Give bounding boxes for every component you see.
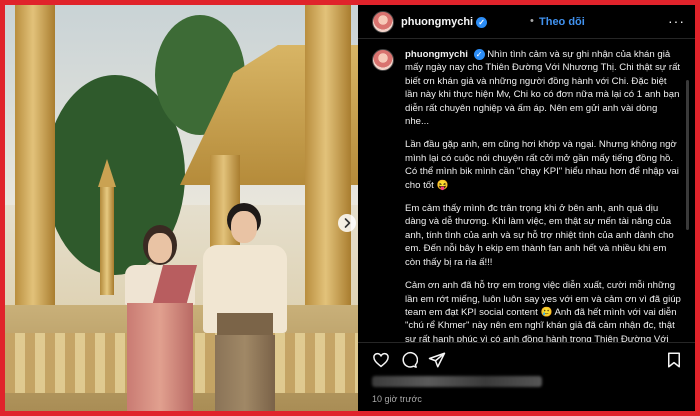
verified-badge-icon: ✓	[473, 48, 485, 60]
woman-face	[148, 233, 172, 263]
header-username[interactable]: phuongmychi	[401, 16, 473, 28]
separator-dot: •	[530, 15, 534, 27]
avatar[interactable]	[372, 11, 394, 33]
post-timestamp[interactable]: 10 giờ trước	[372, 394, 422, 404]
comment-icon[interactable]	[400, 351, 418, 369]
avatar[interactable]	[372, 49, 394, 71]
temple-pillar-left	[15, 5, 55, 335]
more-options-icon[interactable]: ···	[668, 13, 685, 29]
man-trousers	[215, 335, 275, 411]
caption-paragraph: Em cảm thấy mình đc trân trọng khi ở bên…	[405, 203, 674, 268]
golden-spire	[98, 159, 116, 295]
caption-paragraph: Cảm ơn anh đã hỗ trợ em trong việc diễn …	[405, 280, 681, 342]
caption-paragraph: phuongmychi ✓ Nhìn tình cảm và sự ghi nh…	[405, 48, 681, 128]
person-man	[195, 203, 295, 411]
share-icon[interactable]	[428, 351, 446, 369]
man-belt	[217, 313, 273, 337]
man-face	[231, 211, 257, 243]
verified-badge-icon: ✓	[476, 16, 488, 28]
person-woman	[115, 225, 205, 411]
chevron-right-icon	[344, 218, 351, 228]
caption-paragraph: Lần đầu gặp anh, em cũng hơi khớp và ngạ…	[405, 139, 679, 191]
temple-pillar-right	[305, 5, 351, 335]
caption-scroll-area[interactable]: phuongmychi ✓ Nhìn tình cảm và sự ghi nh…	[358, 40, 691, 342]
header-username-row[interactable]: phuongmychi ✓	[401, 16, 488, 28]
scrollbar[interactable]	[686, 80, 689, 230]
carousel-next-button[interactable]	[338, 214, 356, 232]
instagram-post-window: phuongmychi ✓ • Theo dõi ··· phuongmychi …	[5, 5, 695, 411]
woman-skirt	[127, 303, 193, 411]
caption-text: Nhìn tình cảm và sự ghi nhận của khán gi…	[405, 49, 681, 128]
likes-blurred	[372, 376, 542, 387]
post-caption: phuongmychi ✓ Nhìn tình cảm và sự ghi nh…	[405, 48, 681, 342]
post-photo[interactable]	[5, 5, 358, 411]
heart-icon[interactable]	[372, 351, 390, 369]
post-actions: 10 giờ trước	[358, 342, 695, 411]
bookmark-icon[interactable]	[665, 351, 683, 369]
post-header: phuongmychi ✓ • Theo dõi ···	[358, 5, 695, 39]
caption-username[interactable]: phuongmychi	[405, 49, 468, 60]
follow-button[interactable]: Theo dõi	[539, 16, 585, 28]
post-side-panel: phuongmychi ✓ • Theo dõi ··· phuongmychi …	[358, 5, 695, 411]
